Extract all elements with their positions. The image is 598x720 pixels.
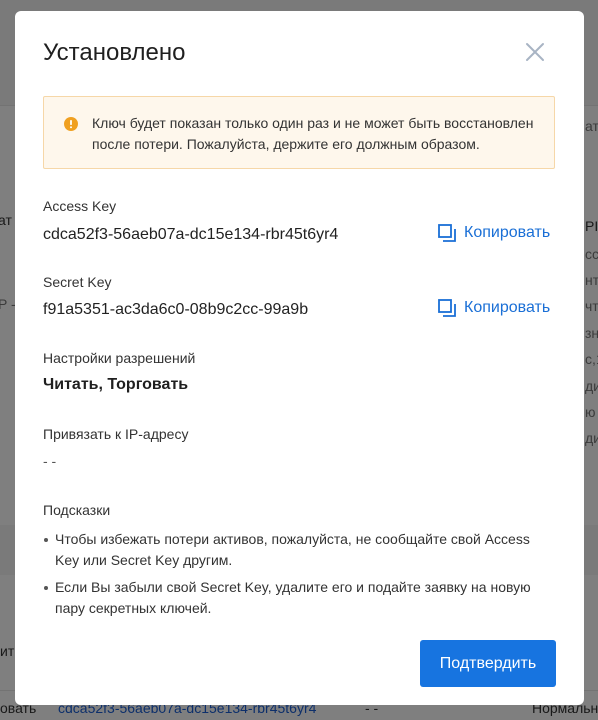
permissions-label: Настройки разрешений (43, 350, 196, 366)
access-key-value: cdca52f3-56aeb07a-dc15e134-rbr45t6yr4 (43, 226, 339, 243)
copy-icon (438, 224, 456, 242)
ip-binding-label: Привязать к IP-адресу (43, 426, 189, 442)
copy-label: Копировать (464, 299, 551, 316)
ip-binding-value: - - (43, 453, 57, 469)
close-icon (526, 43, 544, 61)
warning-banner: Ключ будет показан только один раз и не … (43, 96, 555, 169)
secret-key-label: Secret Key (43, 274, 112, 290)
copy-access-key-button[interactable]: Копировать (438, 224, 550, 242)
close-button[interactable] (523, 40, 547, 64)
copy-icon (438, 299, 456, 317)
access-key-label: Access Key (43, 198, 117, 214)
warning-text: Ключ будет показан только один раз и не … (92, 115, 534, 152)
hints-label: Подсказки (43, 502, 111, 518)
hints-list: Чтобы избежать потери активов, пожалуйст… (43, 529, 543, 625)
confirm-button[interactable]: Подтвердить (420, 640, 556, 687)
secret-key-value: f91a5351-ac3da6c0-08b9c2cc-99a9b (43, 301, 309, 318)
dialog-title: Установлено (43, 39, 186, 66)
warning-icon (64, 117, 78, 131)
permissions-value: Читать, Торговать (43, 376, 189, 393)
api-key-created-dialog: Установлено Ключ будет показан только од… (15, 11, 584, 705)
copy-secret-key-button[interactable]: Копировать (438, 299, 550, 317)
copy-label: Копировать (464, 224, 551, 241)
hint-item: Если Вы забыли свой Secret Key, удалите … (43, 577, 543, 619)
hint-item: Чтобы избежать потери активов, пожалуйст… (43, 529, 543, 571)
